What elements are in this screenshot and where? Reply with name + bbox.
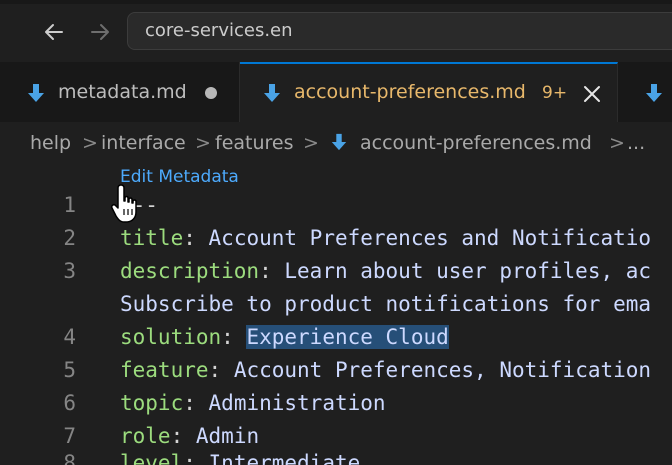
close-icon[interactable] <box>580 82 604 106</box>
yaml-value: Subscribe to product notifications for e… <box>120 292 652 316</box>
back-button[interactable] <box>40 18 68 46</box>
markdown-arrow-icon <box>331 133 347 151</box>
tab-account-preferences[interactable]: account-preferences.md 9+ <box>240 62 618 122</box>
yaml-key: solution <box>120 325 222 349</box>
code-text: solution: Experience Cloud <box>120 325 449 349</box>
code-line: 3 description: Learn about user profiles… <box>0 259 672 292</box>
title-bar: core-services.en <box>0 0 672 62</box>
breadcrumb-item-interface[interactable]: interface <box>101 132 186 154</box>
yaml-key: title <box>120 226 184 250</box>
breadcrumb-separator: > <box>195 132 211 154</box>
breadcrumb-item-features[interactable]: features <box>215 132 294 154</box>
code-line-partial: 8 level: Intermediate <box>0 451 672 465</box>
code-line-wrapped: Subscribe to product notifications for e… <box>0 292 672 325</box>
code-line: 2 title: Account Preferences and Notific… <box>0 226 672 259</box>
tab-label: metadata.md <box>58 81 187 103</box>
yaml-key: feature <box>120 358 209 382</box>
tab-label: account-preferences.md <box>294 81 526 103</box>
breadcrumb-item-help[interactable]: help <box>30 132 71 154</box>
yaml-key: topic <box>120 391 184 415</box>
yaml-value: Learn about user profiles, ac <box>284 259 652 283</box>
code-text: feature: Account Preferences, Notificati… <box>120 358 651 382</box>
yaml-colon: : <box>208 358 222 382</box>
yaml-colon: : <box>259 259 272 283</box>
yaml-colon: : <box>221 325 234 349</box>
command-center-label: core-services.en <box>145 20 293 41</box>
line-number: 5 <box>63 358 76 382</box>
arrow-right-icon <box>91 24 109 40</box>
markdown-arrow-icon <box>264 84 280 102</box>
code-line: 1 --- <box>0 193 672 226</box>
arrow-left-icon <box>45 24 63 40</box>
breadcrumb-separator: > <box>303 132 319 154</box>
unsaved-dot-icon[interactable] <box>205 87 217 99</box>
code-text: topic: Administration <box>120 391 386 415</box>
code-line: 6 topic: Administration <box>0 391 672 424</box>
breadcrumb-separator: > <box>82 132 98 154</box>
breadcrumb-item-file[interactable]: account-preferences.md <box>360 132 592 154</box>
problems-badge: 9+ <box>542 83 568 103</box>
yaml-value: Intermediate <box>208 451 361 465</box>
code-line: 5 feature: Account Preferences, Notifica… <box>0 358 672 391</box>
yaml-colon: : <box>183 391 196 415</box>
markdown-arrow-icon <box>646 84 662 102</box>
yaml-value: Admin <box>195 424 260 448</box>
code-line: 4 solution: Experience Cloud <box>0 325 672 358</box>
line-number: 8 <box>63 451 76 465</box>
tab-next[interactable] <box>618 62 672 122</box>
yaml-colon: : <box>170 424 184 448</box>
line-number: 3 <box>63 259 76 283</box>
code-text: title: Account Preferences and Notificat… <box>120 226 651 250</box>
yaml-value: Account Preferences and Notificatio <box>208 226 652 250</box>
code-text: role: Admin <box>120 424 259 448</box>
yaml-key: description <box>120 259 260 283</box>
breadcrumb-separator: > <box>609 132 625 154</box>
forward-button[interactable] <box>86 18 114 46</box>
yaml-colon: : <box>183 226 196 250</box>
yaml-key: role <box>120 424 171 448</box>
yaml-key: level <box>120 451 184 465</box>
line-number: 2 <box>63 226 76 250</box>
editor-tab-bar: metadata.md account-preferences.md 9+ <box>0 62 672 122</box>
yaml-value: Administration <box>208 391 386 415</box>
code-text: description: Learn about user profiles, … <box>120 259 651 283</box>
line-number: 6 <box>63 391 76 415</box>
window-top-edge <box>0 0 672 4</box>
hand-pointer-icon <box>111 184 137 223</box>
breadcrumb-item-symbols[interactable]: ... <box>627 132 645 154</box>
markdown-arrow-icon <box>28 84 44 102</box>
code-text: level: Intermediate <box>120 451 360 465</box>
tab-metadata[interactable]: metadata.md <box>0 62 240 122</box>
yaml-colon: : <box>183 451 196 465</box>
line-number: 4 <box>63 325 76 349</box>
selected-text[interactable]: Experience Cloud <box>246 325 449 349</box>
yaml-value: Account Preferences, Notification <box>233 358 652 382</box>
line-number: 7 <box>63 424 76 448</box>
line-number: 1 <box>63 193 76 217</box>
